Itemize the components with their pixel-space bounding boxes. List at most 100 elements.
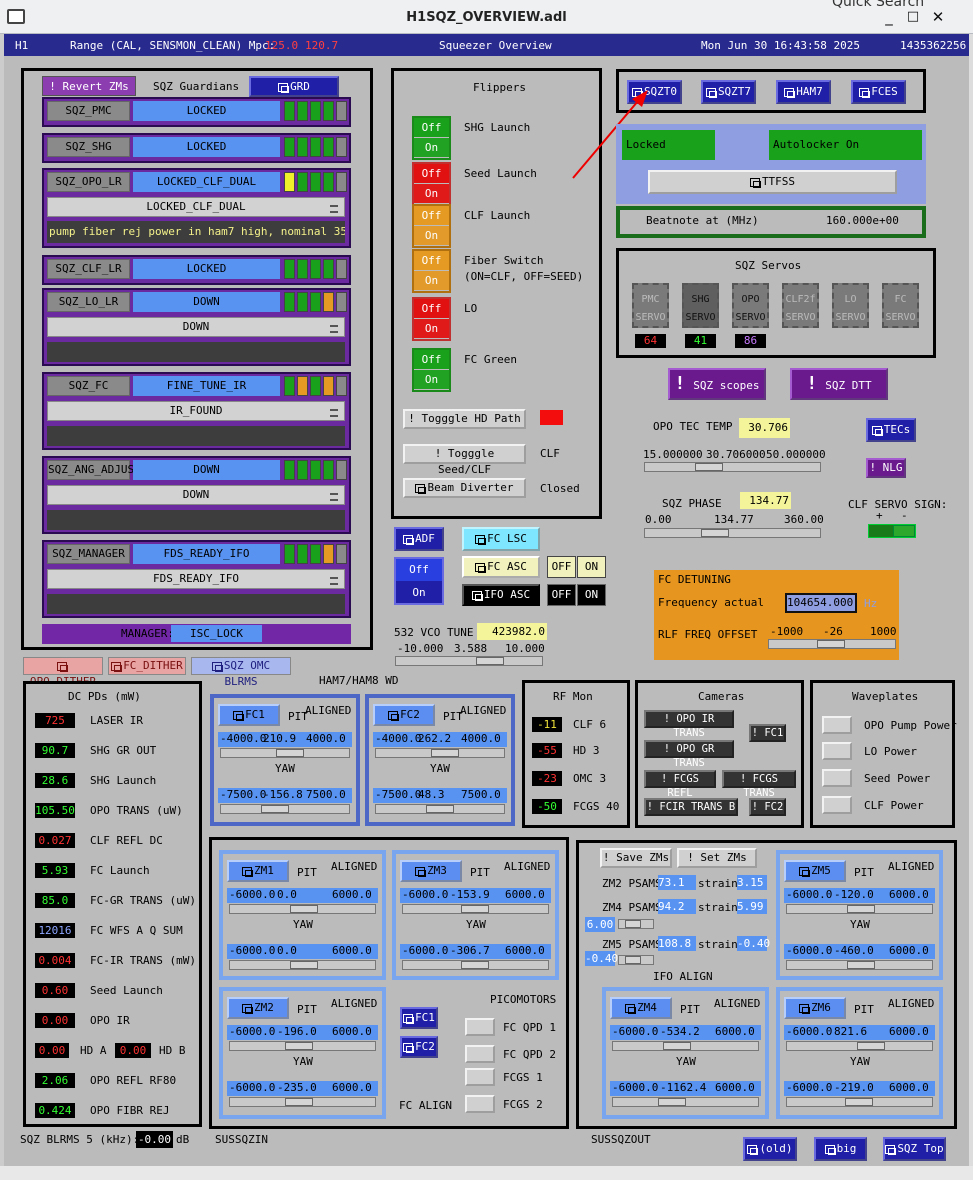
pitch-slider[interactable] [786, 904, 933, 914]
guardian-request-menu[interactable]: IR_FOUND [47, 401, 345, 421]
pitch-slider[interactable] [229, 904, 376, 914]
beam-diverter-button[interactable]: Beam Diverter [403, 478, 526, 498]
guardian-name[interactable]: SQZ_FC [47, 376, 130, 396]
slider-knob[interactable] [461, 905, 489, 913]
yaw-slider[interactable] [375, 804, 505, 814]
flipper-on[interactable]: On [414, 319, 449, 338]
camera-button[interactable]: ! OPO IR TRANS [644, 710, 734, 739]
slider-knob[interactable] [290, 961, 318, 969]
optic-button[interactable]: ZM6 [784, 997, 846, 1019]
pitch-slider[interactable] [229, 1041, 376, 1051]
flipper-on[interactable]: On [414, 271, 449, 290]
minimize-button[interactable]: _ [880, 8, 898, 26]
waveplate-button[interactable] [822, 716, 852, 734]
optic-button[interactable]: ZM3 [400, 860, 462, 882]
servo-chip[interactable]: SHG SERVO [682, 283, 719, 328]
set-zms-button[interactable]: ! Set ZMs [677, 848, 757, 868]
waveplate-button[interactable] [822, 796, 852, 814]
waveplate-button[interactable] [822, 742, 852, 760]
guardian-name[interactable]: SQZ_LO_LR [47, 292, 130, 312]
pitch-slider[interactable] [786, 1041, 933, 1051]
slider-knob[interactable] [817, 640, 845, 648]
slider-knob[interactable] [285, 1042, 313, 1050]
servo-chip[interactable]: FC SERVO [882, 283, 919, 328]
big-button[interactable]: big [814, 1137, 867, 1161]
camera-button[interactable]: ! FC2 [749, 798, 786, 816]
picomotor-button[interactable] [465, 1095, 495, 1113]
waveplate-button[interactable] [822, 769, 852, 787]
pitch-slider[interactable] [220, 748, 350, 758]
guardian-name[interactable]: SQZ_SHG [47, 137, 130, 157]
flipper-off[interactable]: Off [414, 118, 449, 137]
flipper-off[interactable]: Off [414, 299, 449, 318]
slider-knob[interactable] [847, 905, 875, 913]
camera-button[interactable]: ! FCGS TRANS [722, 770, 796, 799]
fc-lsc-button[interactable]: FC LSC [462, 527, 540, 551]
picomotor-button[interactable] [465, 1068, 495, 1086]
camera-button[interactable]: ! FC1 [749, 724, 786, 742]
fc-asc-off[interactable]: OFF [547, 556, 576, 578]
slider-knob[interactable] [701, 529, 729, 537]
guardian-name[interactable]: SQZ_CLF_LR [47, 259, 130, 279]
picomotor-button[interactable] [465, 1018, 495, 1036]
sqz-scopes-button[interactable]: ! SQZ scopes [668, 368, 766, 400]
omc-blrms-button[interactable]: SQZ OMC BLRMS [191, 657, 291, 688]
sqz-phase-slider[interactable] [644, 528, 821, 538]
ham7-button[interactable]: HAM7 [776, 80, 831, 104]
camera-button[interactable]: ! OPO GR TRANS [644, 740, 734, 769]
ifo-asc-button[interactable]: IFO ASC [462, 584, 540, 606]
save-zms-button[interactable]: ! Save ZMs [600, 848, 672, 868]
picomotor-button[interactable] [465, 1045, 495, 1063]
rlf-slider[interactable] [768, 639, 896, 649]
camera-button[interactable]: ! FCIR TRANS B [644, 798, 738, 816]
slider-knob[interactable] [261, 805, 289, 813]
flipper-off[interactable]: Off [414, 164, 449, 183]
yaw-slider[interactable] [229, 960, 376, 970]
slider-knob[interactable] [847, 961, 875, 969]
slider-knob[interactable] [461, 961, 489, 969]
maximize-button[interactable]: □ [904, 8, 922, 26]
ifo-asc-on[interactable]: ON [577, 584, 606, 606]
slider-knob[interactable] [845, 1098, 873, 1106]
yaw-slider[interactable] [786, 1097, 933, 1107]
opo-dither-button[interactable]: OPO_DITHER [23, 657, 103, 688]
slider-knob[interactable] [663, 1042, 691, 1050]
servo-chip[interactable]: OPO SERVO [732, 283, 769, 328]
adf-button[interactable]: ADF [394, 527, 444, 551]
toggle-hd-path-button[interactable]: ! Togggle HD Path [403, 409, 526, 429]
flipper-on[interactable]: On [414, 370, 449, 389]
close-button[interactable]: ✕ [929, 8, 947, 26]
zm5-psams-slider[interactable] [618, 955, 654, 965]
slider-knob[interactable] [431, 749, 459, 757]
fc1-align-button[interactable]: FC1 [400, 1007, 438, 1029]
old-button[interactable]: (old) [743, 1137, 797, 1161]
fc-dither-button[interactable]: FC_DITHER [108, 657, 186, 675]
optic-button[interactable]: ZM5 [784, 860, 846, 882]
guardian-name[interactable]: SQZ_ANG_ADJUST [47, 460, 141, 480]
clf-servo-sign-toggle[interactable] [868, 524, 916, 538]
pitch-slider[interactable] [375, 748, 505, 758]
optic-button[interactable]: ZM2 [227, 997, 289, 1019]
tecs-button[interactable]: TECs [866, 418, 916, 442]
slider-knob[interactable] [695, 463, 723, 471]
flipper-off[interactable]: Off [414, 206, 449, 225]
guardian-request-menu[interactable]: DOWN [47, 485, 345, 505]
guardian-name[interactable]: SQZ_PMC [47, 101, 130, 121]
servo-chip[interactable]: PMC SERVO [632, 283, 669, 328]
slider-knob[interactable] [658, 1098, 686, 1106]
tec-slider[interactable] [644, 462, 821, 472]
camera-button[interactable]: ! FCGS REFL [644, 770, 716, 799]
slider-knob[interactable] [426, 805, 454, 813]
adf-off[interactable]: Off [396, 559, 442, 581]
fc-asc-on[interactable]: ON [577, 556, 606, 578]
zm4-psams-slider[interactable] [618, 919, 654, 929]
slider-knob[interactable] [476, 657, 504, 665]
fc-asc-button[interactable]: FC ASC [462, 556, 540, 578]
guardian-request-menu[interactable]: LOCKED_CLF_DUAL [47, 197, 345, 217]
ifo-asc-off[interactable]: OFF [547, 584, 576, 606]
adf-on[interactable]: On [396, 583, 442, 603]
yaw-slider[interactable] [402, 960, 549, 970]
slider-knob[interactable] [857, 1042, 885, 1050]
optic-button[interactable]: FC1 [218, 704, 280, 726]
yaw-slider[interactable] [229, 1097, 376, 1107]
